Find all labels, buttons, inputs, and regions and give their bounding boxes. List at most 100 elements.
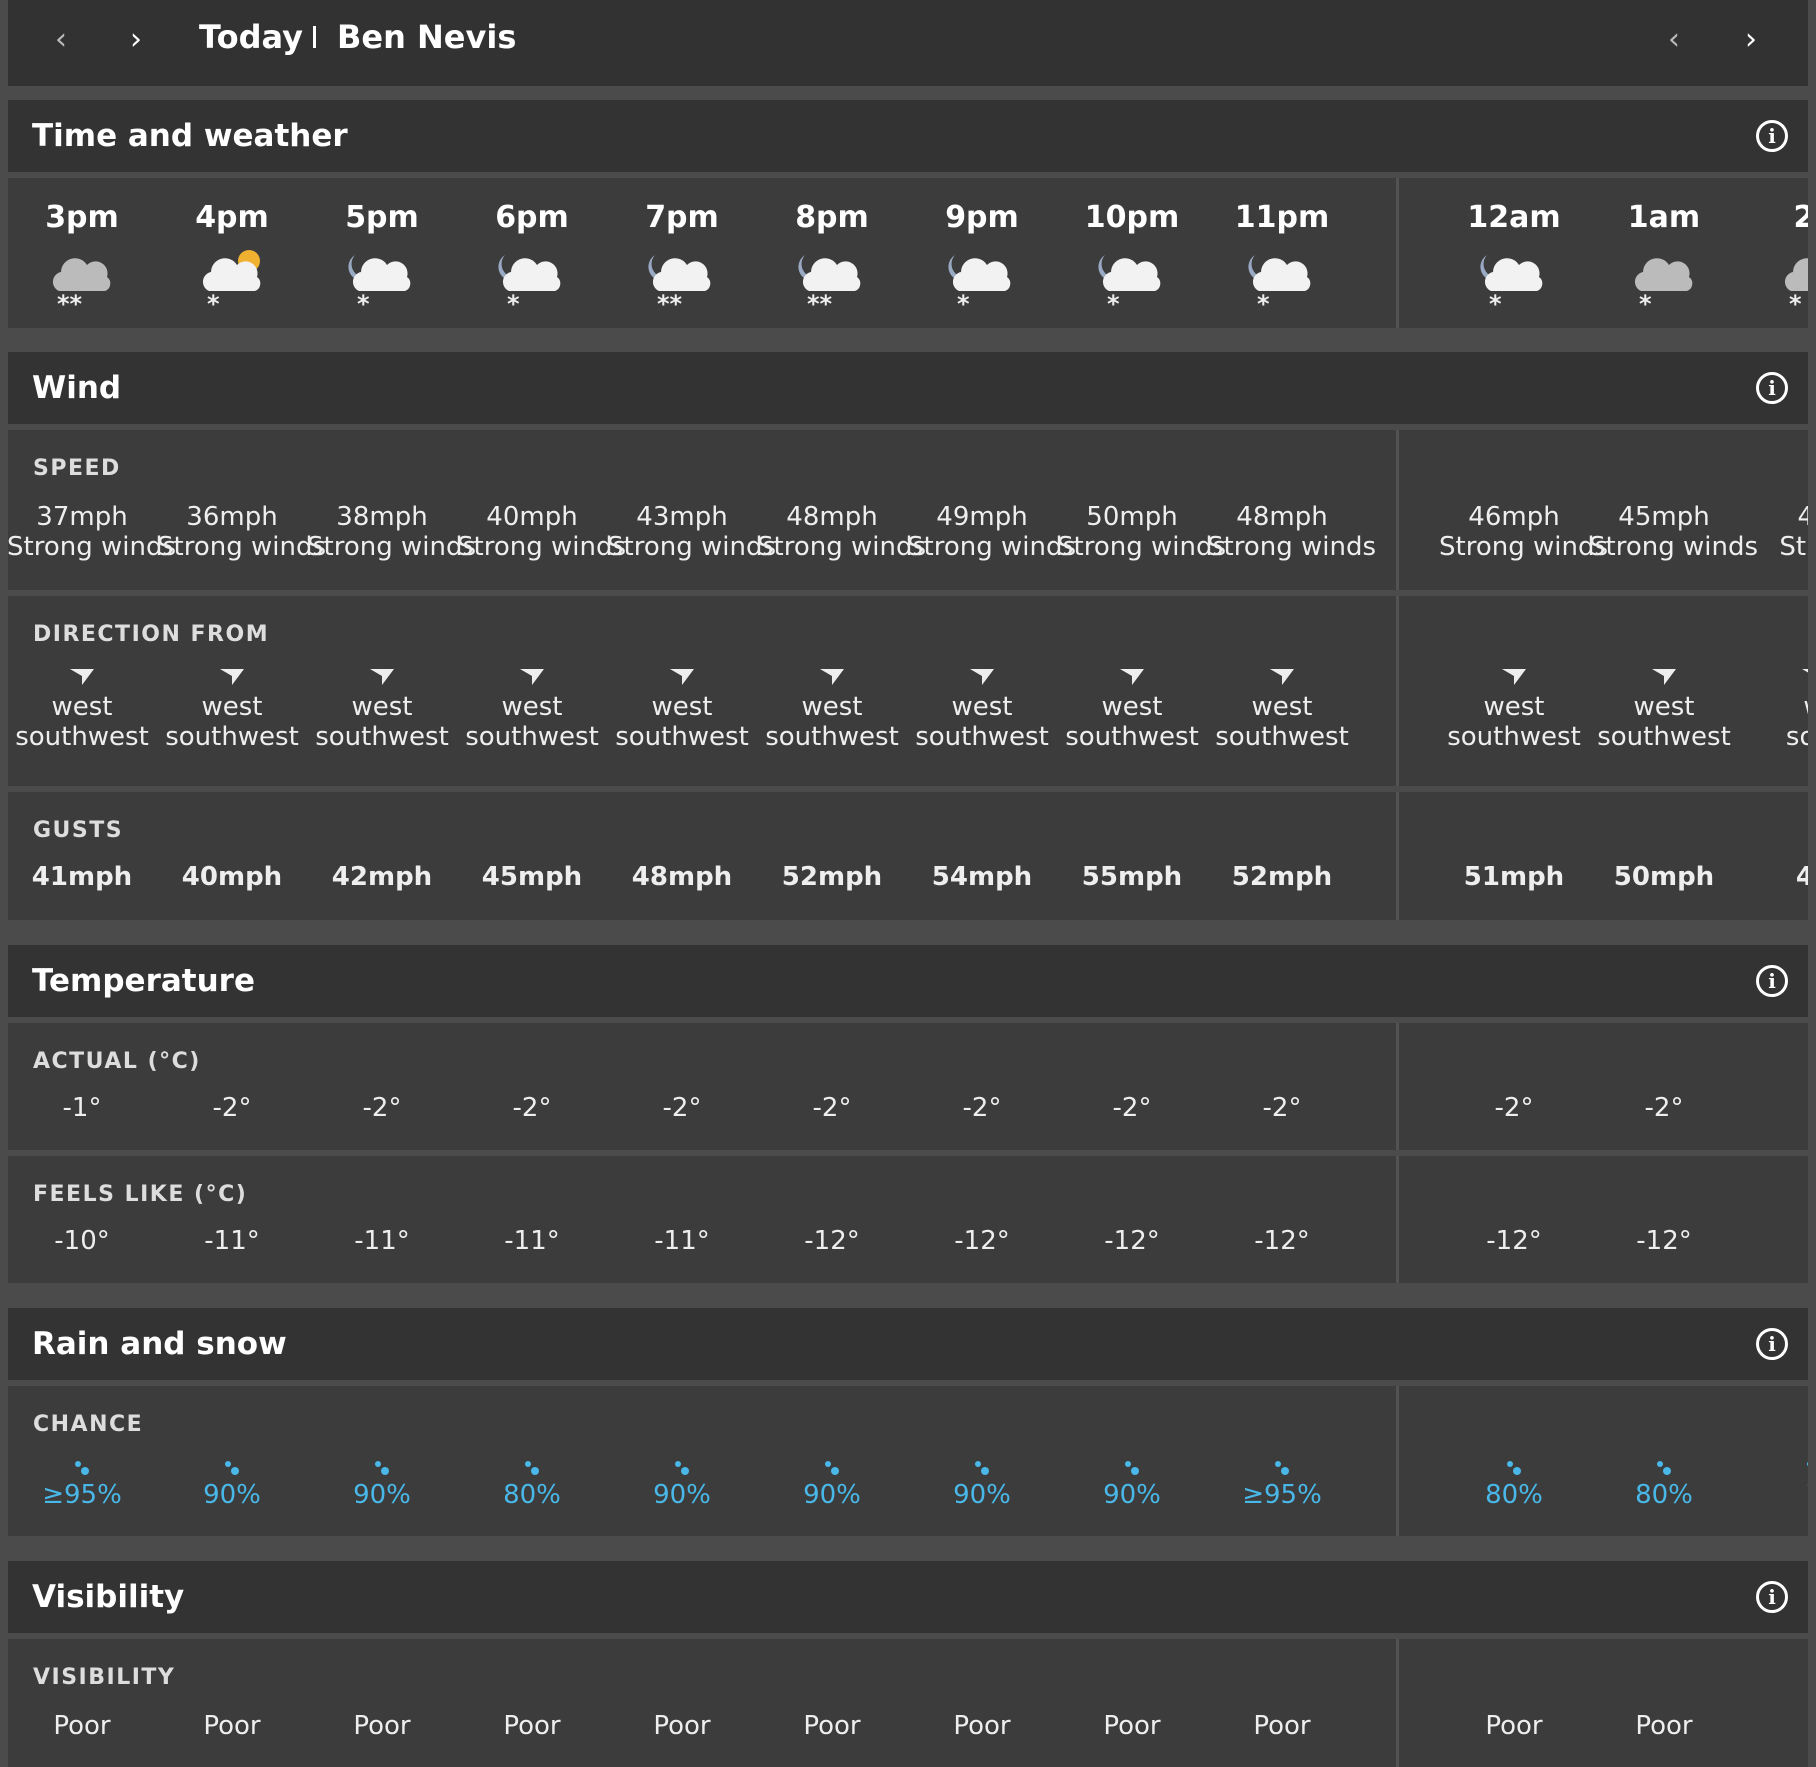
temp-actual-value: -2° (362, 1093, 402, 1123)
wind-arrow-icon (907, 666, 1057, 692)
hour-label: 12am (1467, 200, 1561, 235)
wind-speed-description: Strong winds (157, 532, 326, 562)
visibility-value: Poor (1253, 1711, 1311, 1741)
hour-label: 4pm (195, 200, 269, 235)
visibility-value: Poor (953, 1711, 1011, 1741)
rain-chance-value: 90% (803, 1480, 861, 1510)
rain-chance-value: 90% (203, 1480, 261, 1510)
visibility-value: Poor (653, 1711, 711, 1741)
wind-gust-value: 54mph (931, 862, 1033, 892)
wind-gust-cell: 51mph (1439, 862, 1589, 892)
info-icon[interactable]: i (1756, 1328, 1788, 1360)
wind-arrow-icon (757, 666, 907, 692)
rain-chance-value: 90% (653, 1480, 711, 1510)
wind-gust-cell: 41mph (8, 862, 157, 892)
wind-direction-line2: southwest (15, 722, 149, 752)
wind-direction-cell: west southwest (1057, 666, 1207, 752)
section-visibility: Visibility i (8, 1561, 1808, 1633)
wind-direction-line2: sout (1785, 722, 1808, 752)
hour-column: 1am * (1589, 200, 1739, 316)
temp-feels-cell: -10° (8, 1226, 157, 1256)
wind-speed-block: SPEED 37mph Strong winds 36mph Strong winds… (8, 430, 1808, 590)
rain-chance-value: 80% (1485, 1480, 1543, 1510)
rain-chance-cell: 90% (307, 1458, 457, 1510)
wind-gust-cell: 40mph (157, 862, 307, 892)
temp-actual-value: -1° (62, 1093, 102, 1123)
visibility-block: VISIBILITY Poor Poor Poor Poor Poor Poor Poor P… (8, 1639, 1808, 1767)
hour-label: 6pm (495, 200, 569, 235)
temp-actual-cell: -2° (157, 1093, 307, 1123)
raindrop-icon (1057, 1458, 1207, 1480)
hour-column: 4pm * (157, 200, 307, 316)
rain-chance-cell: 7 (1739, 1458, 1808, 1510)
wind-speed-cell: 49mph Strong winds (907, 502, 1076, 562)
feels-label: FEELS LIKE (°C) (33, 1182, 248, 1207)
hour-label: 1am (1627, 200, 1701, 235)
temp-actual-cell: -2° (1439, 1093, 1589, 1123)
visibility-value: Poor (1485, 1711, 1543, 1741)
temp-feels-cell: -12° (1207, 1226, 1357, 1256)
scroll-left-arrow-icon[interactable]: ‹ (1668, 22, 1680, 57)
wind-gust-value: 52mph (781, 862, 883, 892)
temp-feels-value: -11° (204, 1226, 260, 1256)
temp-actual-cell: -2° (757, 1093, 907, 1123)
cloud-icon (1589, 247, 1739, 297)
wind-direction-block: DIRECTION FROM west southwest west southwes… (8, 596, 1808, 786)
wind-arrow-icon (307, 666, 457, 692)
temp-actual-cell: - (1739, 1093, 1808, 1123)
hour-label: 5pm (345, 200, 419, 235)
info-icon[interactable]: i (1756, 120, 1788, 152)
temp-feels-value: -11° (354, 1226, 410, 1256)
wind-speed-cell: 43mph Strong winds (607, 502, 776, 562)
hour-column: 6pm * (457, 200, 607, 316)
temp-actual-value: -2° (1112, 1093, 1152, 1123)
wind-direction-cell: west southwest (907, 666, 1057, 752)
snow-icon: ** (807, 290, 833, 318)
section-temperature: Temperature i (8, 945, 1808, 1017)
visibility-cell: Poor (307, 1711, 457, 1741)
wind-speed-value: 48mph (1236, 502, 1328, 532)
raindrop-icon (1589, 1458, 1739, 1480)
wind-direction-line1: west (1251, 692, 1313, 722)
wind-gust-cell: 52mph (757, 862, 907, 892)
day-divider (1396, 596, 1399, 786)
rain-chance-cell: ≥95% (1207, 1458, 1357, 1510)
snow-icon: ** (657, 290, 683, 318)
wind-gust-value: 50mph (1613, 862, 1715, 892)
visibility-cell: Poor (607, 1711, 757, 1741)
hour-column: 3pm ** (8, 200, 157, 316)
wind-direction-line2: southwest (165, 722, 299, 752)
location-name: Ben Nevis (337, 18, 517, 56)
snow-icon: * (957, 290, 970, 318)
hour-label: 10pm (1084, 200, 1180, 235)
wind-arrow-icon (607, 666, 757, 692)
rain-chance-cell: 80% (1439, 1458, 1589, 1510)
direction-label: DIRECTION FROM (33, 622, 270, 647)
rain-chance-value: 7 (1739, 1480, 1808, 1510)
wind-gusts-block: GUSTS 41mph 40mph 42mph 45mph 48mph 52mph 54mp… (8, 792, 1808, 920)
info-icon[interactable]: i (1756, 965, 1788, 997)
rain-chance-cell: 90% (157, 1458, 307, 1510)
rain-chance-cell: 90% (907, 1458, 1057, 1510)
wind-direction-cell: west southwest (757, 666, 907, 752)
wind-direction-line1: west (201, 692, 263, 722)
wind-direction-cell: west southwest (307, 666, 457, 752)
scroll-right-arrow-icon[interactable]: › (1745, 22, 1757, 57)
temp-feels-block: FEELS LIKE (°C) -10° -11° -11° -11° -11° -12°… (8, 1156, 1808, 1283)
wind-direction-line1: west (951, 692, 1013, 722)
wind-gust-value: 46 (1795, 862, 1808, 892)
temp-actual-value: -2° (1494, 1093, 1534, 1123)
snow-icon: * (357, 290, 370, 318)
info-icon[interactable]: i (1756, 372, 1788, 404)
temp-actual-value: - (1739, 1093, 1808, 1123)
wind-speed-value: 48mph (786, 502, 878, 532)
wind-direction-line1: west (51, 692, 113, 722)
wind-gust-value: 41mph (31, 862, 133, 892)
visibility-value: Poor (1635, 1711, 1693, 1741)
wind-direction-line2: southwest (465, 722, 599, 752)
next-day-arrow-icon[interactable]: › (130, 22, 142, 57)
hour-column: 9pm * (907, 200, 1057, 318)
prev-day-arrow-icon[interactable]: ‹ (55, 22, 67, 57)
visibility-cell: Poor (1057, 1711, 1207, 1741)
info-icon[interactable]: i (1756, 1581, 1788, 1613)
